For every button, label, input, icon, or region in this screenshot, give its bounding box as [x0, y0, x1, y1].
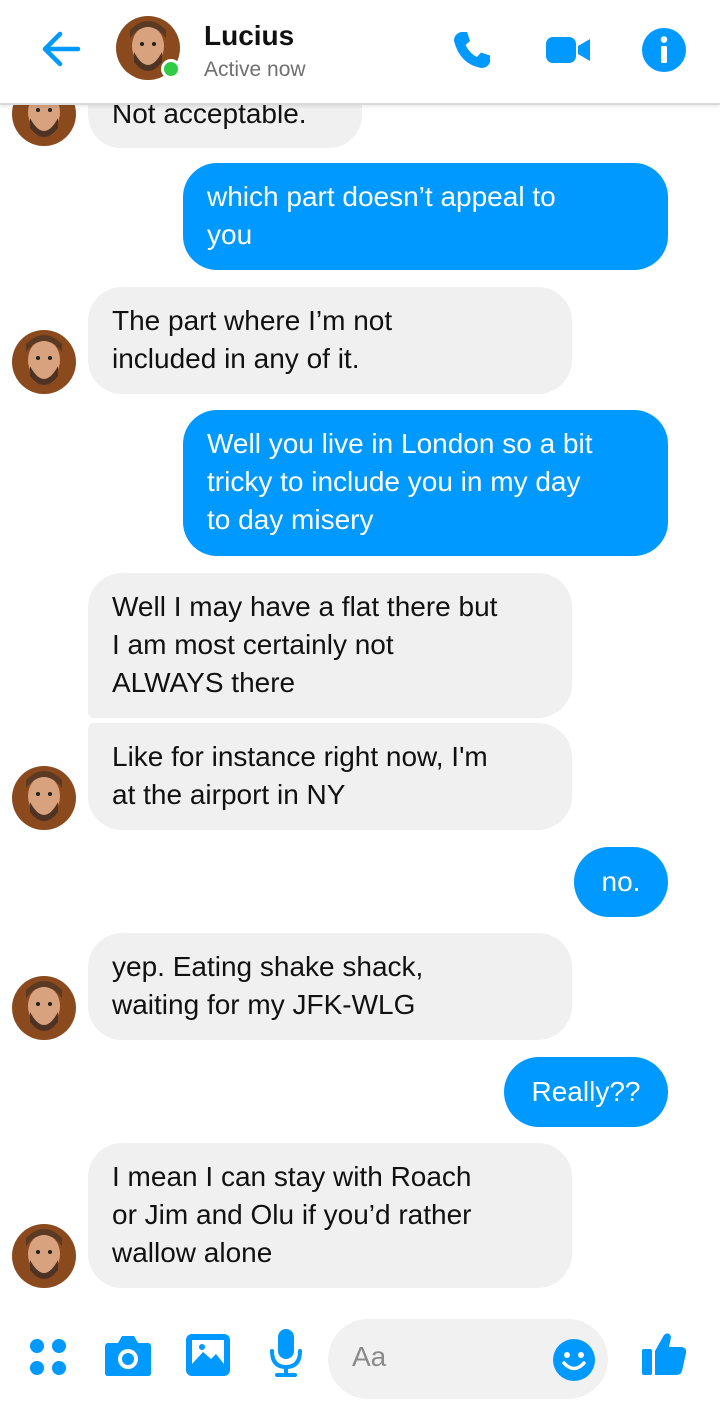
thumbs-up-icon[interactable] [640, 1329, 688, 1377]
composer-bar: Aa [0, 1305, 720, 1403]
incoming-message[interactable]: yep. Eating shake shack, waiting for my … [88, 933, 572, 1040]
outgoing-message[interactable]: Really?? [504, 1057, 668, 1127]
video-camera-icon[interactable] [544, 26, 592, 74]
conversation-header: Lucius Active now [0, 0, 720, 105]
message-input-placeholder: Aa [352, 1341, 387, 1372]
contact-avatar[interactable] [12, 976, 76, 1040]
message-line: Well you live in London so a bit [207, 428, 593, 459]
online-status-dot [161, 59, 181, 79]
outgoing-message[interactable]: no. [574, 847, 668, 917]
message-line: tricky to include you in my day [207, 466, 581, 497]
menu-dots-icon[interactable] [28, 1337, 68, 1377]
phone-icon[interactable] [448, 26, 496, 74]
message-line: yep. Eating shake shack, [112, 951, 424, 982]
message-line: wallow alone [112, 1237, 273, 1268]
contact-avatar[interactable] [12, 1224, 76, 1288]
message-line: you [207, 219, 253, 250]
incoming-message[interactable]: The part where I’m not included in any o… [88, 287, 572, 394]
message-line: to day misery [207, 504, 374, 535]
camera-icon[interactable] [104, 1333, 152, 1377]
message-text: no. [601, 866, 641, 897]
message-input[interactable]: Aa [328, 1319, 608, 1399]
incoming-message[interactable]: Like for instance right now, I'm at the … [88, 723, 572, 830]
image-icon[interactable] [185, 1333, 231, 1377]
active-status: Active now [204, 58, 306, 81]
message-line: ALWAYS there [112, 667, 296, 698]
message-line: waiting for my JFK-WLG [112, 989, 416, 1020]
message-line: The part where I’m not [112, 305, 393, 336]
incoming-message[interactable]: Well I may have a flat there but I am mo… [88, 573, 572, 718]
message-line: I am most certainly not [112, 629, 394, 660]
message-line: at the airport in NY [112, 779, 346, 810]
microphone-icon[interactable] [268, 1327, 304, 1379]
message-line: I mean I can stay with Roach [112, 1161, 472, 1192]
message-line: Like for instance right now, I'm [112, 741, 488, 772]
back-arrow-icon[interactable] [36, 24, 86, 74]
message-line: included in any of it. [112, 343, 360, 374]
outgoing-message[interactable]: Well you live in London so a bit tricky … [183, 410, 668, 556]
contact-avatar[interactable] [12, 330, 76, 394]
message-line: which part doesn’t appeal to [207, 181, 556, 212]
message-line: or Jim and Olu if you’d rather [112, 1199, 472, 1230]
incoming-message[interactable]: I mean I can stay with Roach or Jim and … [88, 1143, 572, 1288]
outgoing-message[interactable]: which part doesn’t appeal to you [183, 163, 668, 270]
contact-avatar[interactable] [12, 766, 76, 830]
info-icon[interactable] [640, 26, 688, 74]
message-list[interactable]: Not acceptable. which part doesn’t appea… [0, 0, 720, 1300]
emoji-icon[interactable] [552, 1338, 596, 1382]
message-line: Well I may have a flat there but [112, 591, 498, 622]
contact-name[interactable]: Lucius [204, 20, 294, 52]
message-text: Really?? [531, 1076, 641, 1107]
